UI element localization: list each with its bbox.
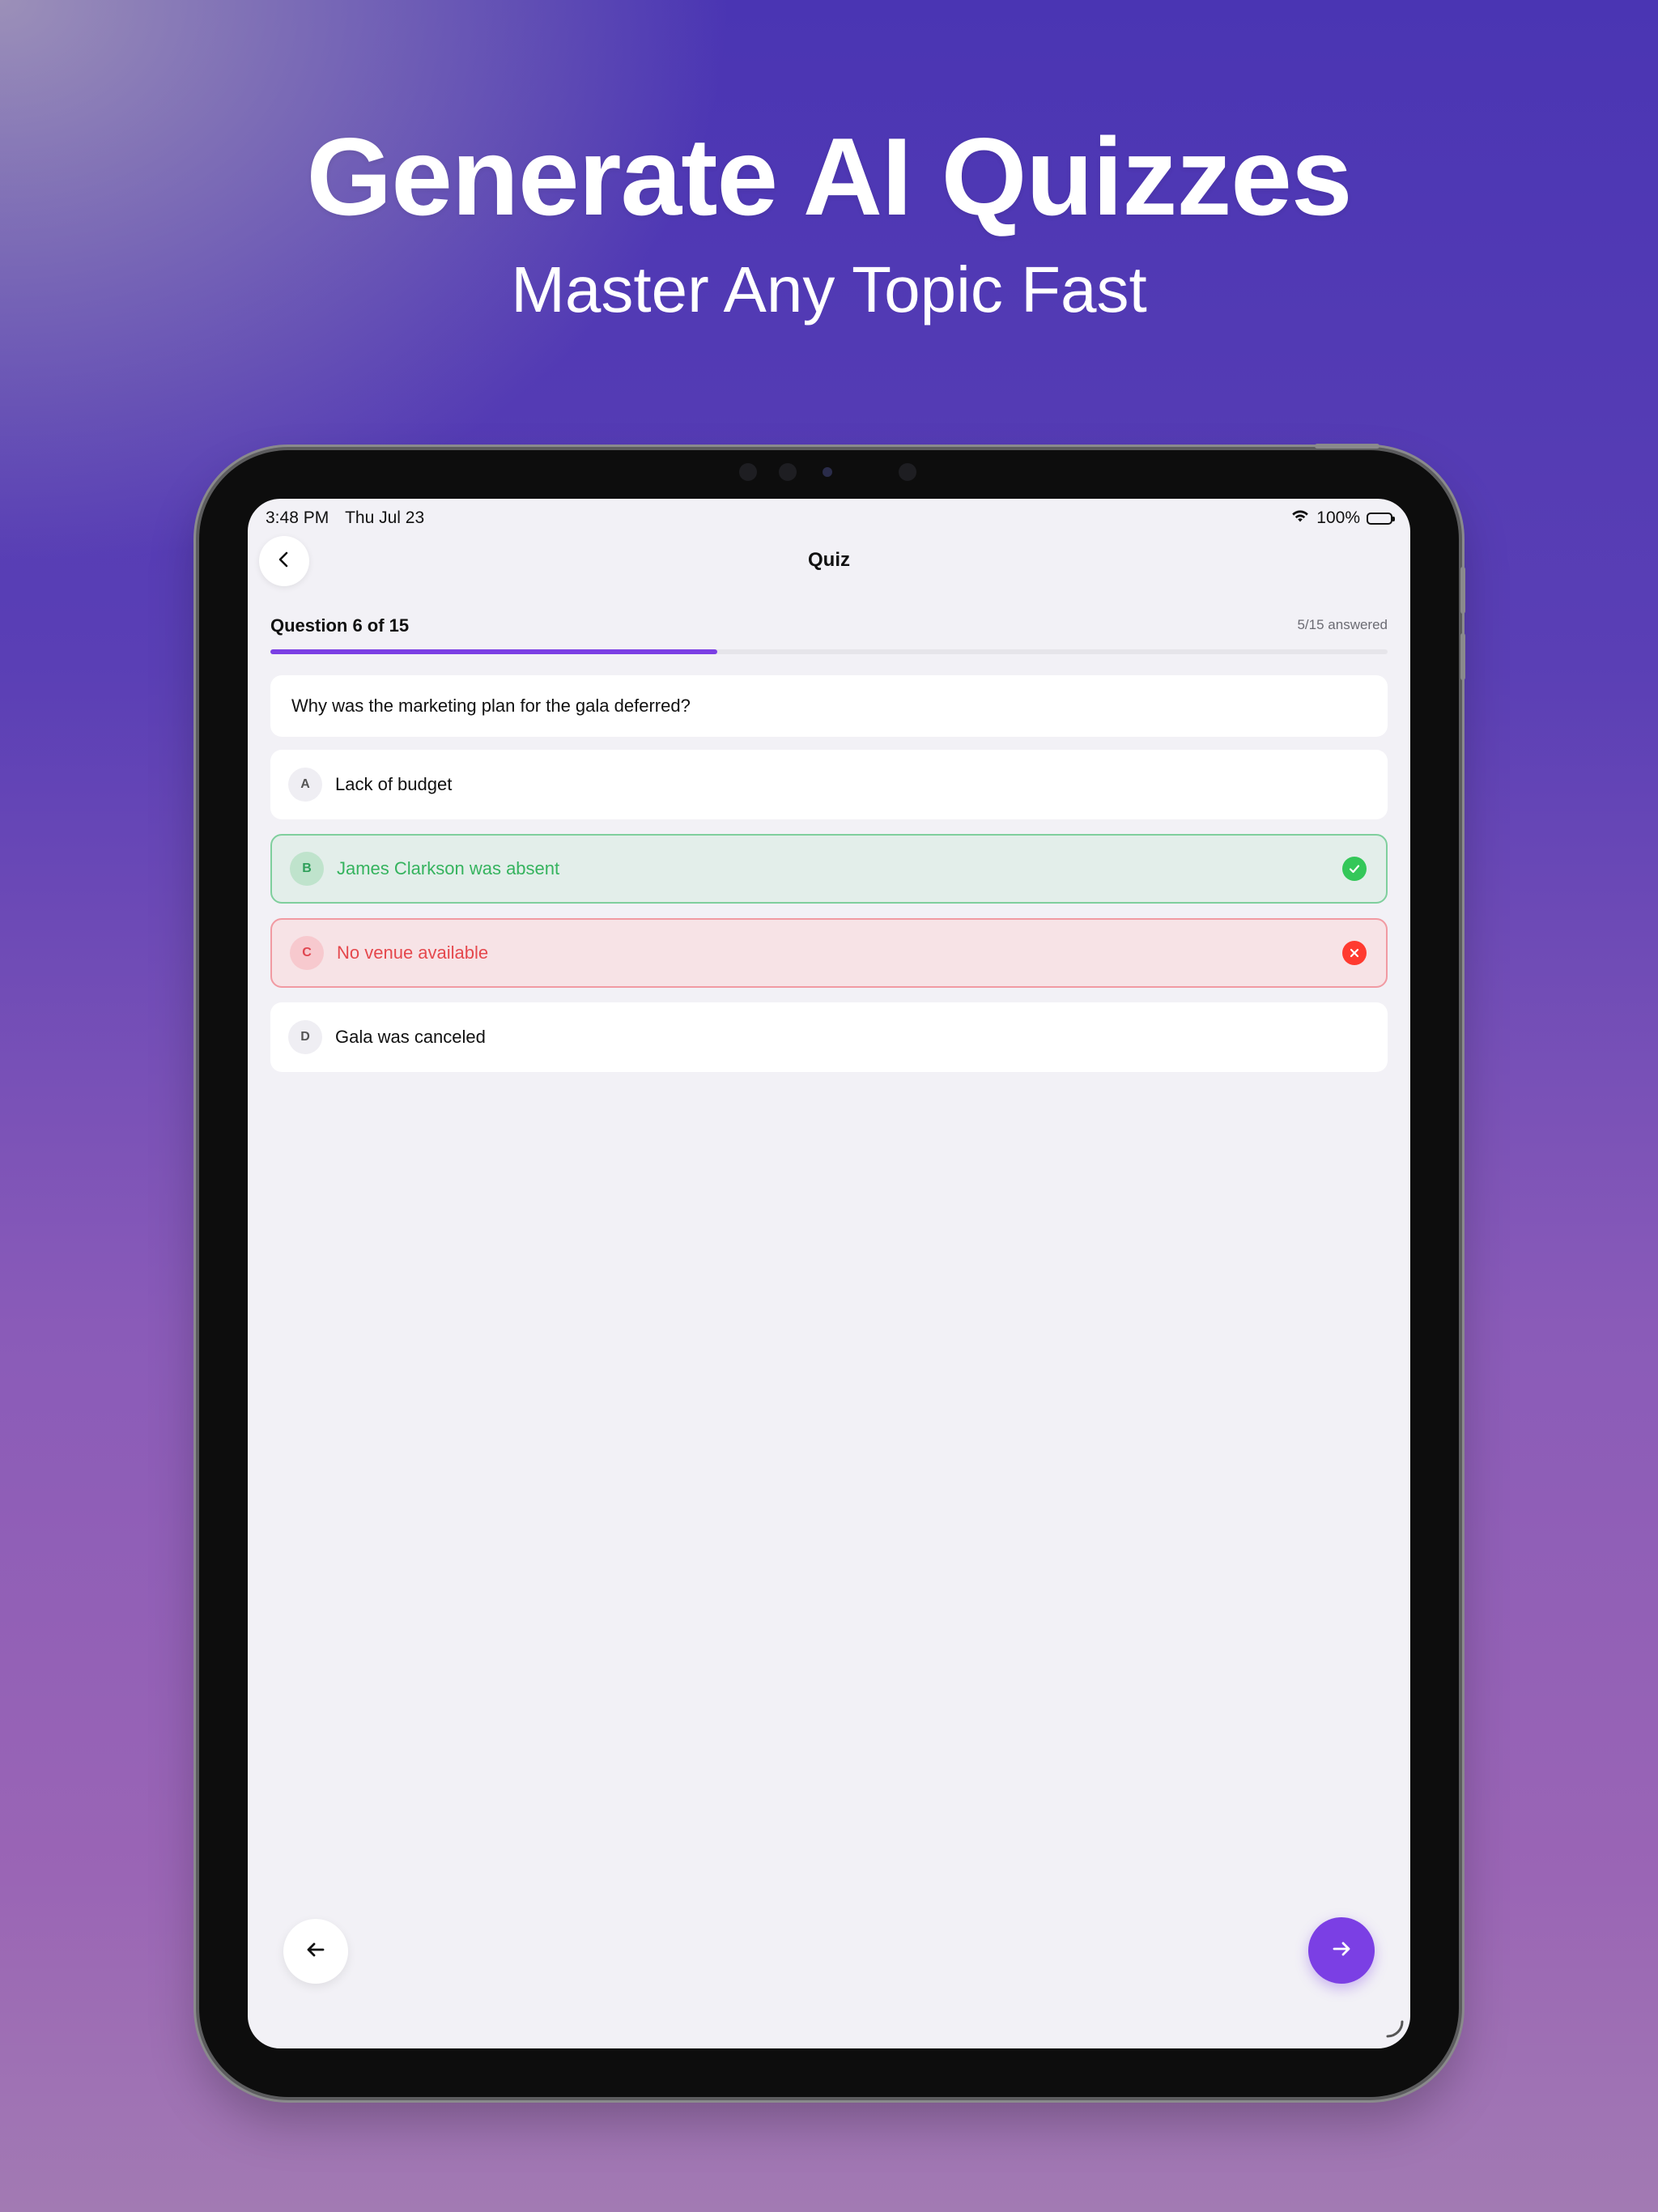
tablet-device-frame: 3:48 PM Thu Jul 23 100% Quiz Question 6 … (199, 444, 1465, 2097)
option-letter: B (290, 852, 324, 886)
option-letter: A (288, 768, 322, 802)
battery-icon (1367, 512, 1395, 525)
arrow-right-icon (1329, 1937, 1354, 1965)
hero-title: Generate AI Quizzes (306, 115, 1352, 238)
camera-dot (739, 463, 757, 481)
option-label: No venue available (337, 942, 489, 963)
option-c[interactable]: C No venue available (270, 918, 1388, 988)
question-text: Why was the marketing plan for the gala … (291, 696, 691, 716)
battery-percent: 100% (1316, 508, 1360, 527)
xmark-circle-icon (1342, 941, 1367, 965)
status-bar-right: 100% (1290, 508, 1395, 528)
hero-subtitle: Master Any Topic Fast (511, 253, 1147, 325)
status-time: 3:48 PM (266, 508, 329, 527)
answered-count: 5/15 answered (1297, 617, 1388, 632)
nav-title: Quiz (808, 549, 850, 571)
app-screen: 3:48 PM Thu Jul 23 100% Quiz Question 6 … (248, 499, 1410, 2048)
question-counter: Question 6 of 15 (270, 615, 410, 636)
resize-handle-icon[interactable] (1383, 2017, 1405, 2044)
question-card: Why was the marketing plan for the gala … (270, 675, 1388, 737)
volume-down-button (1460, 633, 1465, 680)
top-button (1315, 444, 1380, 449)
status-bar-left: 3:48 PM Thu Jul 23 (266, 508, 424, 528)
option-label: Gala was canceled (335, 1027, 486, 1047)
progress-bar (270, 649, 1388, 654)
option-letter: C (290, 936, 324, 970)
option-d[interactable]: D Gala was canceled (270, 1002, 1388, 1072)
camera-dot (779, 463, 797, 481)
option-a[interactable]: A Lack of budget (270, 750, 1388, 819)
next-question-button[interactable] (1308, 1917, 1375, 1984)
previous-question-button[interactable] (283, 1919, 348, 1984)
wifi-icon (1290, 508, 1310, 528)
progress-bar-fill (270, 649, 717, 654)
checkmark-circle-icon (1342, 857, 1367, 881)
arrow-left-icon (304, 1938, 328, 1966)
front-camera-lens (823, 467, 832, 477)
option-letter: D (288, 1020, 322, 1054)
option-b[interactable]: B James Clarkson was absent (270, 834, 1388, 904)
option-label: James Clarkson was absent (337, 858, 560, 878)
option-label: Lack of budget (335, 774, 453, 794)
status-date: Thu Jul 23 (345, 508, 425, 527)
camera-dot (899, 463, 916, 481)
volume-up-button (1460, 567, 1465, 614)
